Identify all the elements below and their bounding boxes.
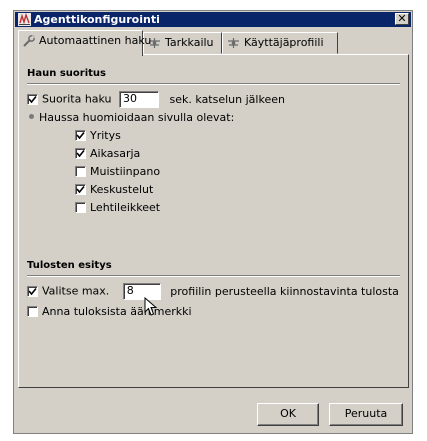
aikasarja-checkbox[interactable] (75, 148, 86, 159)
yritys-checkbox[interactable] (75, 130, 86, 141)
option-keskustelut: Keskustelut (75, 183, 153, 196)
select-max-row: Valitse max. 8 profiilin perusteella kii… (27, 283, 399, 300)
close-button[interactable]: ✕ (395, 13, 409, 25)
tab-panel: Haun suoritus Suorita haku 30 sek. katse… (18, 54, 409, 388)
seconds-input[interactable]: 30 (119, 91, 160, 108)
wrench-icon (23, 35, 35, 47)
considered-label: Haussa huomioidaan sivulla olevat: (39, 111, 235, 124)
option-lehtileikkeet: Lehtileikkeet (75, 201, 160, 214)
bullet-icon (29, 114, 34, 119)
title-bar[interactable]: Agenttikonfigurointi ✕ (15, 12, 411, 27)
sound-row: Anna tuloksista äänimerkki (27, 305, 192, 318)
run-search-checkbox[interactable] (27, 93, 38, 105)
seconds-suffix: sek. katselun jälkeen (169, 92, 285, 106)
close-icon: ✕ (397, 12, 407, 25)
lehtileikkeet-checkbox[interactable] (75, 202, 86, 213)
tab-label: Tarkkailu (165, 36, 214, 49)
option-label: Lehtileikkeet (90, 201, 161, 214)
muistiinpano-checkbox[interactable] (75, 166, 86, 177)
option-label: Yritys (90, 129, 121, 142)
considered-row: Haussa huomioidaan sivulla olevat: (29, 111, 234, 124)
select-max-label: Valitse max. (42, 284, 110, 298)
tab-kayttajaprofiili[interactable]: Käyttäjäprofiili (222, 32, 338, 54)
run-search-row: Suorita haku 30 sek. katselun jälkeen (27, 91, 285, 108)
mouse-cursor-icon (144, 297, 158, 316)
max-results-suffix: profiilin perusteella kiinnostavinta tul… (170, 284, 399, 298)
tab-label: Käyttäjäprofiili (244, 36, 324, 49)
sound-label: Anna tuloksista äänimerkki (42, 305, 192, 318)
cancel-button[interactable]: Peruuta (329, 403, 403, 426)
section-heading-results: Tulosten esitys (27, 260, 112, 271)
network-icon (228, 38, 239, 48)
option-muistiinpano: Muistiinpano (75, 165, 160, 178)
config-dialog: Agenttikonfigurointi ✕ Automaattinen hak… (13, 10, 413, 434)
option-yritys: Yritys (75, 129, 121, 142)
option-label: Muistiinpano (90, 165, 161, 178)
tab-automaattinen-haku[interactable]: Automaattinen haku (18, 30, 151, 56)
run-search-label: Suorita haku (42, 92, 112, 106)
tab-tarkkailu[interactable]: Tarkkailu (143, 32, 222, 54)
divider (27, 275, 400, 277)
select-max-checkbox[interactable] (27, 285, 38, 297)
keskustelut-checkbox[interactable] (75, 184, 86, 195)
window-title: Agenttikonfigurointi (34, 13, 160, 26)
option-label: Keskustelut (90, 183, 154, 196)
app-icon (18, 13, 31, 26)
tab-label: Automaattinen haku (39, 34, 152, 47)
divider (27, 83, 400, 85)
option-aikasarja: Aikasarja (75, 147, 140, 160)
section-heading-search: Haun suoritus (27, 68, 106, 79)
option-label: Aikasarja (90, 147, 141, 160)
sound-checkbox[interactable] (27, 306, 38, 317)
ok-button[interactable]: OK (257, 403, 319, 426)
